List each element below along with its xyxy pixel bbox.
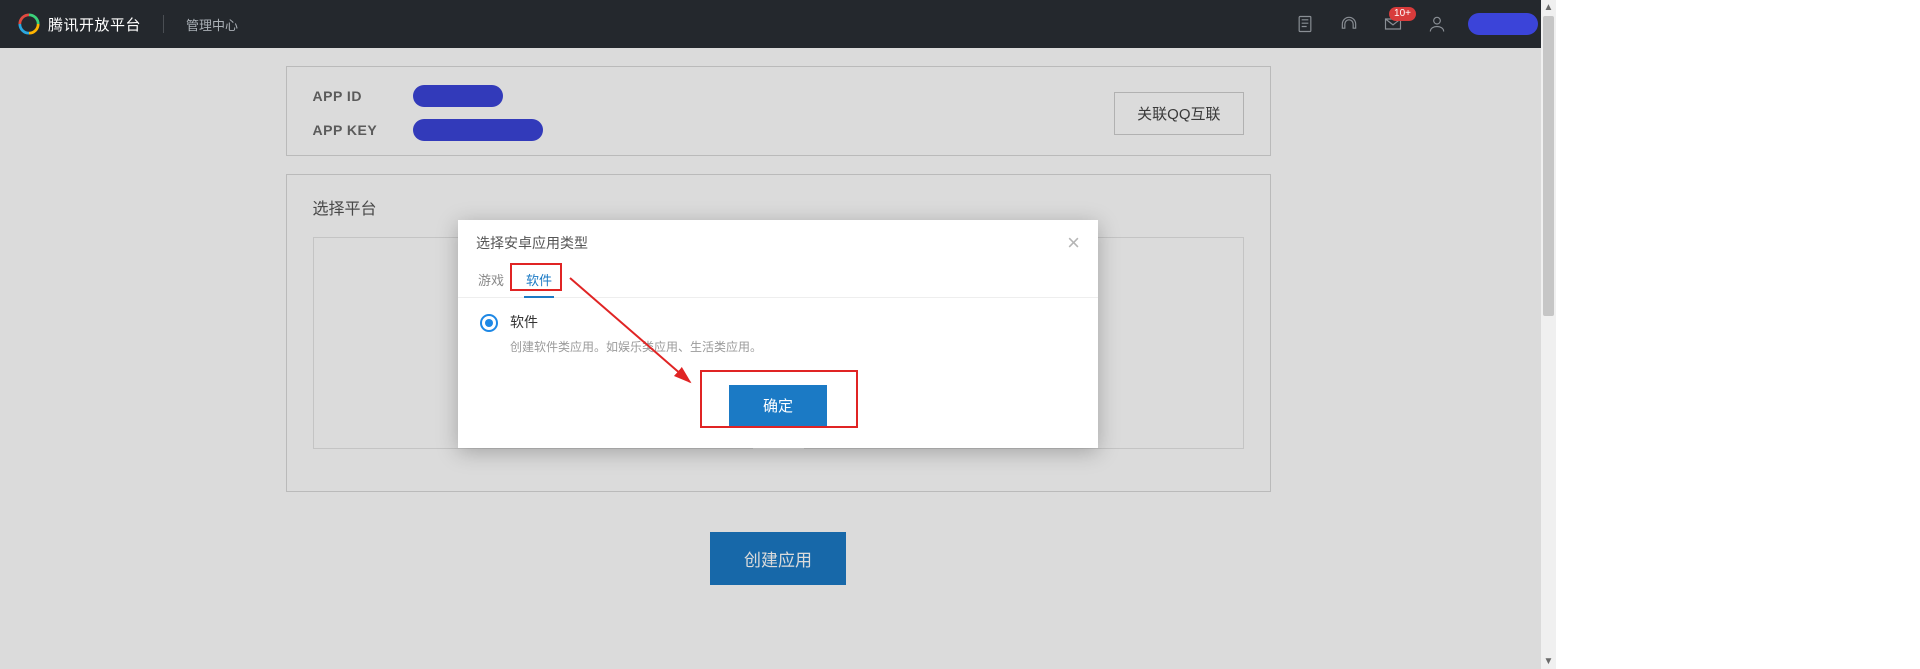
option-subtitle: 创建软件类应用。如娱乐类应用、生活类应用。 xyxy=(510,338,762,355)
messages-icon[interactable]: 10+ xyxy=(1380,11,1406,37)
tab-software[interactable]: 软件 xyxy=(524,266,554,297)
brand-logo-icon xyxy=(18,13,40,35)
modal-header: 选择安卓应用类型 × xyxy=(458,220,1098,266)
option-software[interactable]: 软件 创建软件类应用。如娱乐类应用、生活类应用。 xyxy=(480,312,1076,355)
header-divider xyxy=(163,15,164,33)
select-app-type-modal: 选择安卓应用类型 × 游戏 软件 软件 创建软件类应用。如娱乐类应用、生活类应用… xyxy=(458,220,1098,448)
brand-block: 腾讯开放平台 管理中心 xyxy=(18,13,238,35)
modal-footer: 确定 xyxy=(458,365,1098,448)
header-right: 10+ xyxy=(1292,11,1538,37)
close-icon[interactable]: × xyxy=(1067,232,1080,254)
user-icon[interactable] xyxy=(1424,11,1450,37)
modal-body: 软件 创建软件类应用。如娱乐类应用、生活类应用。 xyxy=(458,298,1098,365)
scroll-thumb[interactable] xyxy=(1543,16,1554,316)
user-name-redacted[interactable] xyxy=(1468,13,1538,35)
modal-tabs: 游戏 软件 xyxy=(458,266,1098,298)
option-radio-software[interactable] xyxy=(480,314,498,332)
confirm-button[interactable]: 确定 xyxy=(729,385,827,426)
option-title: 软件 xyxy=(510,312,762,332)
modal-title: 选择安卓应用类型 xyxy=(476,233,588,253)
vertical-scrollbar[interactable]: ▲ ▼ xyxy=(1541,0,1556,669)
support-icon[interactable] xyxy=(1336,11,1362,37)
scroll-up-button[interactable]: ▲ xyxy=(1541,0,1556,15)
brand-title: 腾讯开放平台 xyxy=(48,14,141,35)
tab-game[interactable]: 游戏 xyxy=(476,266,506,297)
management-center-link[interactable]: 管理中心 xyxy=(186,15,238,34)
messages-badge: 10+ xyxy=(1389,7,1416,21)
scroll-down-button[interactable]: ▼ xyxy=(1541,654,1556,669)
app-header: 腾讯开放平台 管理中心 10+ xyxy=(0,0,1556,48)
docs-icon[interactable] xyxy=(1292,11,1318,37)
